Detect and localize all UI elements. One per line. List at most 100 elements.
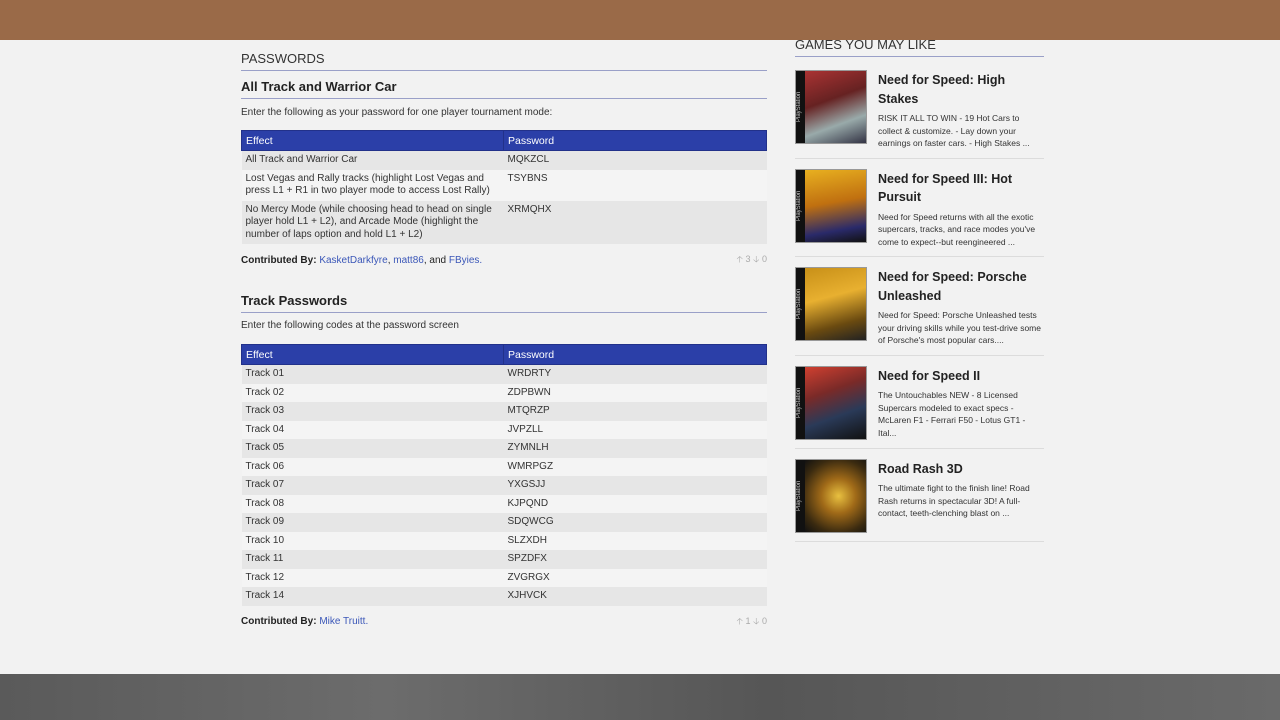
block-heading: Track Passwords bbox=[241, 293, 767, 313]
contributor-link[interactable]: FByies. bbox=[449, 255, 482, 266]
password-cell: WRDRTY bbox=[503, 364, 767, 384]
password-cell: MTQRZP bbox=[503, 402, 767, 421]
downvote-count: 0 bbox=[761, 615, 767, 626]
downvote-count: 0 bbox=[761, 254, 767, 264]
effect-cell: Track 02 bbox=[241, 383, 504, 402]
upvote-icon[interactable]: 🡡 bbox=[736, 254, 742, 264]
table-row: Track 04 JVPZLL bbox=[241, 420, 767, 439]
game-description: RISK IT ALL TO WIN - 19 Hot Cars to coll… bbox=[878, 113, 1030, 148]
game-description: The Untouchables NEW - 8 Licensed Superc… bbox=[878, 390, 1026, 438]
platform-label: PlayStation bbox=[796, 366, 805, 439]
table-row: Track 01 WRDRTY bbox=[241, 364, 767, 384]
contributors-line: Contributed By: Mike Truitt. 🡡 1 🡣 0 bbox=[241, 614, 767, 630]
password-cell: MQKZCL bbox=[503, 150, 767, 170]
contributed-by-label: Contributed By: bbox=[241, 616, 317, 627]
game-cover-image[interactable]: PlayStation bbox=[795, 458, 867, 533]
contributor-link[interactable]: KasketDarkfyre bbox=[319, 255, 387, 266]
sidebar-title: GAMES YOU MAY LIKE bbox=[795, 36, 1044, 57]
column-header-effect: Effect bbox=[241, 344, 504, 365]
game-cover-image[interactable]: PlayStation bbox=[795, 168, 867, 243]
game-card[interactable]: PlayStation Need for Speed III: Hot Purs… bbox=[795, 168, 1044, 257]
effect-cell: No Mercy Mode (while choosing head to he… bbox=[241, 200, 504, 244]
contributors-text: Contributed By: Mike Truitt. bbox=[241, 616, 368, 627]
password-cell: ZDPBWN bbox=[503, 383, 767, 402]
vote-controls: 🡡 3 🡣 0 bbox=[736, 252, 767, 268]
sidebar-recommendations: GAMES YOU MAY LIKE PlayStation Need for … bbox=[795, 36, 1044, 552]
block-intro: Enter the following codes at the passwor… bbox=[241, 320, 459, 331]
upvote-icon[interactable]: 🡡 bbox=[736, 616, 742, 626]
top-banner bbox=[0, 0, 1280, 40]
contributors-line: Contributed By: KasketDarkfyre, matt86, … bbox=[241, 252, 767, 268]
game-title-link[interactable]: Need for Speed: Porsche Unleashed bbox=[878, 268, 1044, 305]
game-card[interactable]: PlayStation Need for Speed: Porsche Unle… bbox=[795, 267, 1044, 356]
effect-cell: Lost Vegas and Rally tracks (highlight L… bbox=[241, 169, 504, 201]
platform-label: PlayStation bbox=[796, 268, 805, 340]
table-row: All Track and Warrior Car MQKZCL bbox=[241, 150, 767, 170]
game-title-link[interactable]: Need for Speed: High Stakes bbox=[878, 71, 1044, 108]
contributors-text: Contributed By: KasketDarkfyre, matt86, … bbox=[241, 254, 483, 266]
game-card[interactable]: PlayStation Need for Speed II The Untouc… bbox=[795, 365, 1044, 449]
downvote-icon[interactable]: 🡣 bbox=[753, 254, 759, 264]
table-row: Track 12 ZVGRGX bbox=[241, 568, 767, 587]
column-header-effect: Effect bbox=[241, 130, 504, 151]
platform-label: PlayStation bbox=[796, 71, 805, 143]
table-row: No Mercy Mode (while choosing head to he… bbox=[241, 200, 767, 244]
game-title-link[interactable]: Road Rash 3D bbox=[878, 460, 1044, 479]
password-cell: JVPZLL bbox=[503, 420, 767, 439]
effect-cell: Track 11 bbox=[241, 550, 504, 569]
game-cover-image[interactable]: PlayStation bbox=[795, 70, 867, 144]
table-row: Track 14 XJHVCK bbox=[241, 587, 767, 606]
effect-cell: Track 04 bbox=[241, 420, 504, 439]
password-cell: SLZXDH bbox=[503, 531, 767, 550]
platform-label: PlayStation bbox=[796, 169, 805, 242]
contributor-link[interactable]: matt86 bbox=[393, 255, 424, 266]
game-description: Need for Speed: Porsche Unleashed tests … bbox=[878, 310, 1041, 345]
game-description: Need for Speed returns with all the exot… bbox=[878, 211, 1036, 247]
table-row: Lost Vegas and Rally tracks (highlight L… bbox=[241, 169, 767, 201]
password-cell: WMRPGZ bbox=[503, 457, 767, 476]
column-header-password: Password bbox=[503, 344, 767, 365]
table-row: Track 02 ZDPBWN bbox=[241, 383, 767, 402]
password-table-1: Effect Password All Track and Warrior Ca… bbox=[241, 130, 767, 244]
password-cell: KJPQND bbox=[503, 494, 767, 513]
table-row: Track 05 ZYMNLH bbox=[241, 439, 767, 458]
effect-cell: All Track and Warrior Car bbox=[241, 150, 504, 170]
table-row: Track 06 WMRPGZ bbox=[241, 457, 767, 476]
upvote-count: 1 bbox=[745, 615, 751, 626]
vote-controls: 🡡 1 🡣 0 bbox=[736, 614, 767, 630]
effect-cell: Track 06 bbox=[241, 457, 504, 476]
effect-cell: Track 05 bbox=[241, 439, 504, 458]
game-cover-image[interactable]: PlayStation bbox=[795, 267, 867, 341]
password-cell: TSYBNS bbox=[503, 169, 767, 201]
effect-cell: Track 08 bbox=[241, 494, 504, 513]
block-intro: Enter the following as your password for… bbox=[241, 107, 553, 118]
table-row: Track 08 KJPQND bbox=[241, 494, 767, 513]
contributor-link[interactable]: Mike Truitt. bbox=[319, 616, 368, 627]
effect-cell: Track 14 bbox=[241, 587, 504, 606]
game-title-link[interactable]: Need for Speed II bbox=[878, 367, 1044, 386]
game-cover-image[interactable]: PlayStation bbox=[795, 365, 867, 440]
effect-cell: Track 01 bbox=[241, 364, 504, 384]
effect-cell: Track 10 bbox=[241, 531, 504, 550]
game-card[interactable]: PlayStation Road Rash 3D The ultimate fi… bbox=[795, 458, 1044, 542]
table-row: Track 11 SPZDFX bbox=[241, 550, 767, 569]
platform-label: PlayStation bbox=[796, 459, 805, 532]
game-description: The ultimate fight to the finish line! R… bbox=[878, 483, 1030, 518]
game-card[interactable]: PlayStation Need for Speed: High Stakes … bbox=[795, 70, 1044, 159]
table-row: Track 07 YXGSJJ bbox=[241, 476, 767, 495]
effect-cell: Track 03 bbox=[241, 402, 504, 421]
main-content: PASSWORDS All Track and Warrior Car Ente… bbox=[241, 50, 767, 630]
password-table-2: Effect Password Track 01 WRDRTY Track 02 Z… bbox=[241, 344, 767, 606]
table-row: Track 03 MTQRZP bbox=[241, 402, 767, 421]
password-cell: SDQWCG bbox=[503, 513, 767, 532]
downvote-icon[interactable]: 🡣 bbox=[753, 616, 759, 626]
effect-cell: Track 09 bbox=[241, 513, 504, 532]
effect-cell: Track 12 bbox=[241, 568, 504, 587]
password-cell: YXGSJJ bbox=[503, 476, 767, 495]
footer-bar bbox=[0, 674, 1280, 720]
game-title-link[interactable]: Need for Speed III: Hot Pursuit bbox=[878, 170, 1044, 207]
and-text: and bbox=[429, 254, 447, 266]
password-cell: ZYMNLH bbox=[503, 439, 767, 458]
upvote-count: 3 bbox=[745, 254, 751, 264]
password-block-2: Track Passwords Enter the following code… bbox=[241, 293, 767, 630]
